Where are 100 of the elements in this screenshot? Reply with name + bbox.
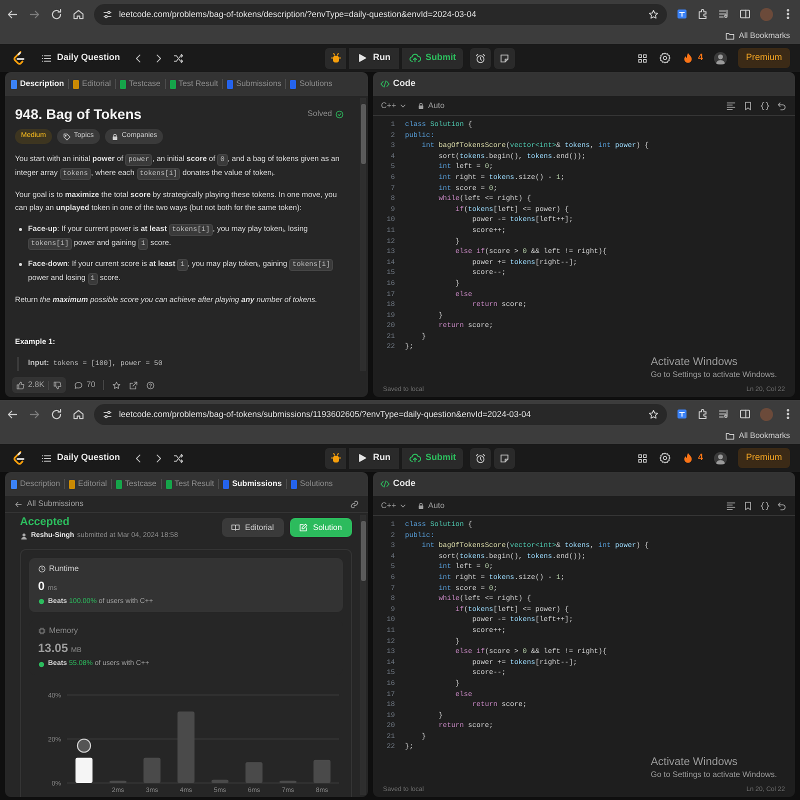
star-icon[interactable]	[112, 380, 122, 390]
solved-status: Solved	[308, 108, 332, 120]
braces-icon[interactable]	[760, 500, 770, 510]
scrollbar[interactable]	[360, 515, 366, 795]
notes-button[interactable]	[494, 48, 515, 68]
bug-icon	[330, 452, 342, 464]
star-icon[interactable]	[648, 408, 659, 420]
bookmark-icon[interactable]	[743, 500, 753, 510]
user-avatar-icon[interactable]	[714, 52, 727, 64]
timer-button[interactable]	[470, 448, 491, 468]
bookmark-icon[interactable]	[743, 100, 753, 110]
braces-icon[interactable]	[760, 100, 770, 110]
list-icon[interactable]	[41, 452, 52, 464]
bookmarks-link[interactable]: All Bookmarks	[738, 430, 790, 442]
panel-tab[interactable]: Test Result	[166, 478, 214, 490]
problem-list-link[interactable]: Daily Question	[57, 51, 120, 65]
editorial-button[interactable]: Editorial	[222, 518, 284, 537]
site-settings-icon[interactable]	[102, 8, 113, 20]
panel-tab[interactable]: Submissions	[223, 478, 282, 490]
home-icon[interactable]	[72, 8, 85, 20]
help-icon[interactable]	[146, 380, 156, 390]
reading-list-icon[interactable]	[718, 408, 730, 420]
run-button[interactable]: Run	[349, 48, 398, 68]
share-icon[interactable]	[129, 380, 138, 390]
folder-icon[interactable]	[724, 431, 735, 441]
book-icon	[231, 523, 240, 532]
scrollbar[interactable]	[360, 98, 366, 371]
debug-button[interactable]	[325, 48, 346, 68]
flame-icon[interactable]	[682, 52, 694, 64]
streak-count: 4	[698, 51, 703, 64]
submit-button[interactable]: Submit	[402, 48, 463, 68]
activation-title: Activate Windows	[650, 356, 739, 369]
shuffle-icon[interactable]	[173, 452, 184, 464]
run-button[interactable]: Run	[349, 448, 398, 468]
bookmarks-link[interactable]: All Bookmarks	[738, 30, 790, 42]
forward-icon[interactable]	[28, 408, 41, 420]
user-avatar-icon[interactable]	[714, 452, 727, 464]
mode-label: Auto	[428, 100, 445, 112]
site-settings-icon[interactable]	[102, 408, 113, 420]
chart-bar	[178, 711, 194, 782]
panel-tab[interactable]: Testcase	[120, 78, 160, 90]
panel-tab[interactable]: Editorial	[73, 78, 111, 90]
reading-list-icon[interactable]	[718, 8, 730, 20]
list-icon[interactable]	[41, 52, 52, 64]
address-bar[interactable]: leetcode.com/problems/bag-of-tokens/description/?envType=daily-question&envId=2024-03-04	[94, 4, 667, 24]
panel-tab[interactable]: Solutions	[290, 478, 333, 490]
timer-button[interactable]	[470, 48, 491, 68]
url-text: leetcode.com/problems/bag-of-tokens/description/?envType=daily-question&envId=2024-03-04	[119, 8, 478, 20]
panel-tab[interactable]: Editorial	[69, 478, 107, 490]
extensions-icon[interactable]	[697, 408, 709, 420]
grid-icon[interactable]	[636, 452, 648, 464]
stat-label: Memory	[49, 625, 78, 637]
panel-tab[interactable]: Test Result	[170, 78, 218, 90]
chart-bar	[144, 757, 160, 782]
panel-tab[interactable]: Testcase	[116, 478, 156, 490]
link-icon[interactable]	[350, 500, 359, 508]
check-circle-icon	[335, 110, 344, 118]
cloud-upload-icon	[408, 52, 420, 64]
panel-tab[interactable]: Description	[11, 78, 64, 90]
comments-button[interactable]: 70	[74, 379, 96, 391]
streak-count: 4	[698, 451, 703, 464]
translate-icon[interactable]	[676, 408, 688, 420]
back-icon[interactable]	[6, 408, 19, 420]
chart-bar	[212, 779, 228, 782]
premium-button[interactable]: Premium	[738, 48, 790, 68]
all-submissions-link[interactable]: All Submissions	[14, 498, 84, 510]
reload-icon[interactable]	[50, 8, 63, 20]
settings-icon[interactable]	[658, 52, 671, 64]
format-icon[interactable]	[726, 500, 736, 510]
star-icon[interactable]	[648, 8, 659, 20]
translate-icon[interactable]	[676, 8, 688, 20]
panel-tab[interactable]: Description	[11, 478, 60, 490]
language-select[interactable]: C++	[381, 100, 408, 112]
notes-button[interactable]	[494, 448, 515, 468]
submit-button[interactable]: Submit	[402, 448, 463, 468]
panel-tab[interactable]: Submissions	[227, 78, 282, 90]
undo-icon[interactable]	[777, 500, 787, 510]
problem-list-link[interactable]: Daily Question	[57, 451, 120, 465]
side-panel-icon[interactable]	[739, 8, 751, 20]
address-bar[interactable]: leetcode.com/problems/bag-of-tokens/submissions/1193602605/?envType=daily-question&envId=2024-03-04	[94, 404, 667, 424]
avatar-marker	[76, 738, 92, 752]
forward-icon[interactable]	[28, 8, 41, 20]
reload-icon[interactable]	[50, 408, 63, 420]
flame-icon[interactable]	[682, 452, 694, 464]
premium-button[interactable]: Premium	[738, 448, 790, 468]
stat-value: 13.05	[38, 640, 68, 657]
folder-icon[interactable]	[724, 31, 735, 41]
panel-tab[interactable]: Solutions	[290, 78, 332, 90]
author-avatar-icon	[20, 532, 28, 540]
settings-icon[interactable]	[658, 452, 671, 464]
shuffle-icon[interactable]	[173, 52, 184, 64]
format-icon[interactable]	[726, 100, 736, 110]
undo-icon[interactable]	[777, 100, 787, 110]
extensions-icon[interactable]	[697, 8, 709, 20]
home-icon[interactable]	[72, 408, 85, 420]
grid-icon[interactable]	[636, 52, 648, 64]
debug-button[interactable]	[325, 448, 346, 468]
side-panel-icon[interactable]	[739, 408, 751, 420]
language-select[interactable]: C++	[381, 500, 408, 512]
back-icon[interactable]	[6, 8, 19, 20]
